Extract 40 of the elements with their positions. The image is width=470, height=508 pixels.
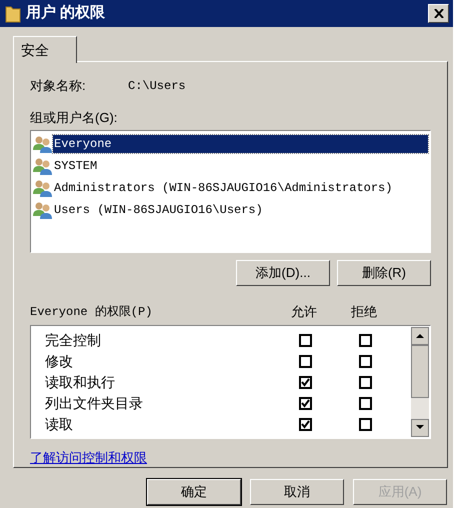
checkbox[interactable] <box>358 418 372 432</box>
checkbox[interactable] <box>298 355 312 368</box>
user-group-icon <box>33 134 53 153</box>
permission-name: 读取 <box>44 415 74 434</box>
button[interactable]: 取消 <box>250 479 344 505</box>
user-group-icon <box>33 200 53 219</box>
user-group-icon <box>33 156 53 175</box>
checkbox[interactable] <box>298 334 312 348</box>
list-item[interactable]: Users (WIN-86SJAUGIO16\Users) <box>53 200 264 219</box>
window-title: 用户 的权限 <box>26 3 106 24</box>
object-name-label: 对象名称: <box>30 77 87 96</box>
list-item[interactable]: Everyone <box>53 134 428 153</box>
list-item[interactable]: Administrators (WIN-86SJAUGIO16\Administrators) <box>53 178 394 197</box>
button[interactable]: 确定 <box>147 479 241 505</box>
scroll-bar[interactable] <box>411 327 429 438</box>
close-button[interactable] <box>428 4 449 23</box>
list-item[interactable]: SYSTEM <box>53 156 98 175</box>
checkbox[interactable] <box>358 376 372 390</box>
button[interactable]: 添加(D)... <box>236 260 330 286</box>
permissions-label: Everyone 的权限(P) <box>30 304 154 322</box>
checkbox[interactable] <box>358 355 372 368</box>
checkbox[interactable] <box>298 376 312 390</box>
object-name-value: C:\Users <box>128 78 186 95</box>
button[interactable]: 删除(R) <box>337 260 431 286</box>
permission-name: 修改 <box>44 352 74 372</box>
close-icon <box>434 9 444 18</box>
folder-icon <box>4 4 22 24</box>
checkbox[interactable] <box>298 397 312 410</box>
group-label: 组或用户名(G): <box>30 108 118 126</box>
permission-name: 读取和执行 <box>44 373 116 392</box>
column-header: 拒绝 <box>350 303 378 322</box>
tab[interactable]: 安全 <box>13 36 77 63</box>
checkbox[interactable] <box>358 397 372 410</box>
help-link[interactable]: 了解访问控制和权限 <box>30 448 147 467</box>
column-header: 允许 <box>290 303 318 322</box>
user-group-icon <box>33 178 53 197</box>
permission-name: 列出文件夹目录 <box>44 394 144 414</box>
checkbox[interactable] <box>298 418 312 432</box>
checkbox[interactable] <box>358 334 372 348</box>
permission-name: 完全控制 <box>44 331 102 350</box>
